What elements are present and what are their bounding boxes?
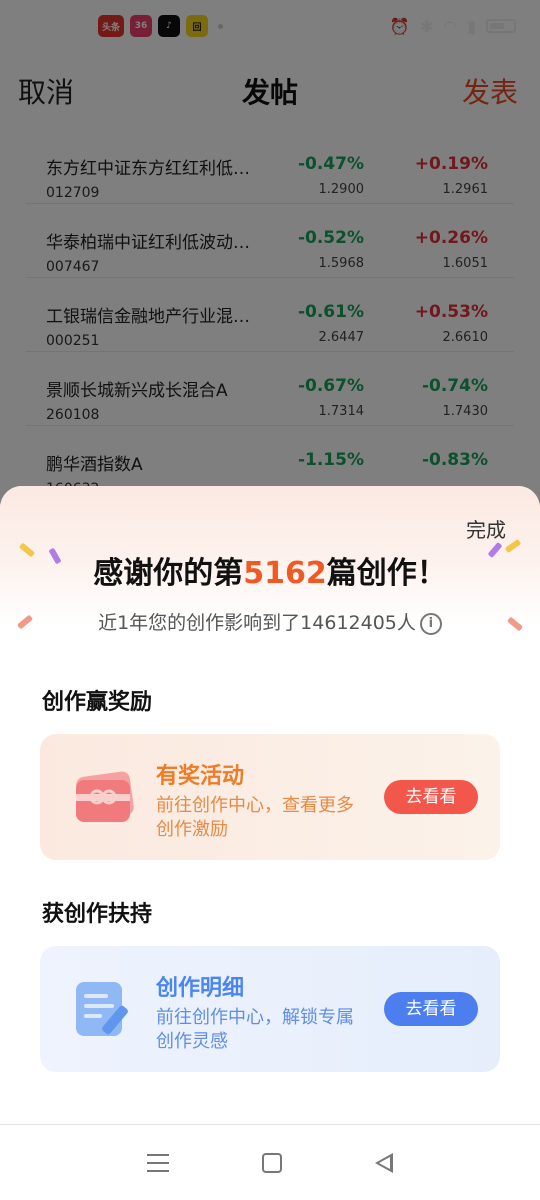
section-title-reward: 创作赢奖励 xyxy=(42,690,153,715)
document-pen-icon xyxy=(76,982,128,1036)
creation-success-sheet: 完成 感谢你的第5162篇创作！ 近1年您的创作影响到了14612405人 i 创… xyxy=(0,486,540,1200)
detail-card-title: 创作明细 xyxy=(156,976,245,1001)
thanks-prefix: 感谢你的第 xyxy=(93,556,244,591)
menu-icon[interactable] xyxy=(146,1153,169,1172)
reward-activity-card[interactable]: 有奖活动 前往创作中心，查看更多创作激励 去看看 xyxy=(40,734,500,860)
impact-line: 近1年您的创作影响到了14612405人 i xyxy=(0,608,540,635)
detail-go-button[interactable]: 去看看 xyxy=(384,992,478,1026)
thanks-suffix: 篇创作！ xyxy=(326,556,447,591)
system-nav-bar xyxy=(0,1124,540,1200)
detail-card-desc: 前往创作中心，解锁专属创作灵感 xyxy=(156,1007,354,1052)
done-button[interactable]: 完成 xyxy=(466,514,506,543)
thanks-heading: 感谢你的第5162篇创作！ xyxy=(0,548,540,592)
reward-card-title: 有奖活动 xyxy=(156,764,245,789)
reward-card-desc: 前往创作中心，查看更多创作激励 xyxy=(156,795,354,840)
section-title-support: 获创作扶持 xyxy=(42,902,153,927)
gift-ticket-icon xyxy=(76,771,134,822)
reward-go-button[interactable]: 去看看 xyxy=(384,780,478,814)
impact-text: 近1年您的创作影响到了14612405人 xyxy=(98,612,416,634)
back-icon[interactable] xyxy=(375,1152,394,1173)
creation-detail-card[interactable]: 创作明细 前往创作中心，解锁专属创作灵感 去看看 xyxy=(40,946,500,1072)
info-icon[interactable]: i xyxy=(419,612,442,635)
home-icon[interactable] xyxy=(261,1152,282,1173)
creation-count: 5162 xyxy=(243,556,327,591)
